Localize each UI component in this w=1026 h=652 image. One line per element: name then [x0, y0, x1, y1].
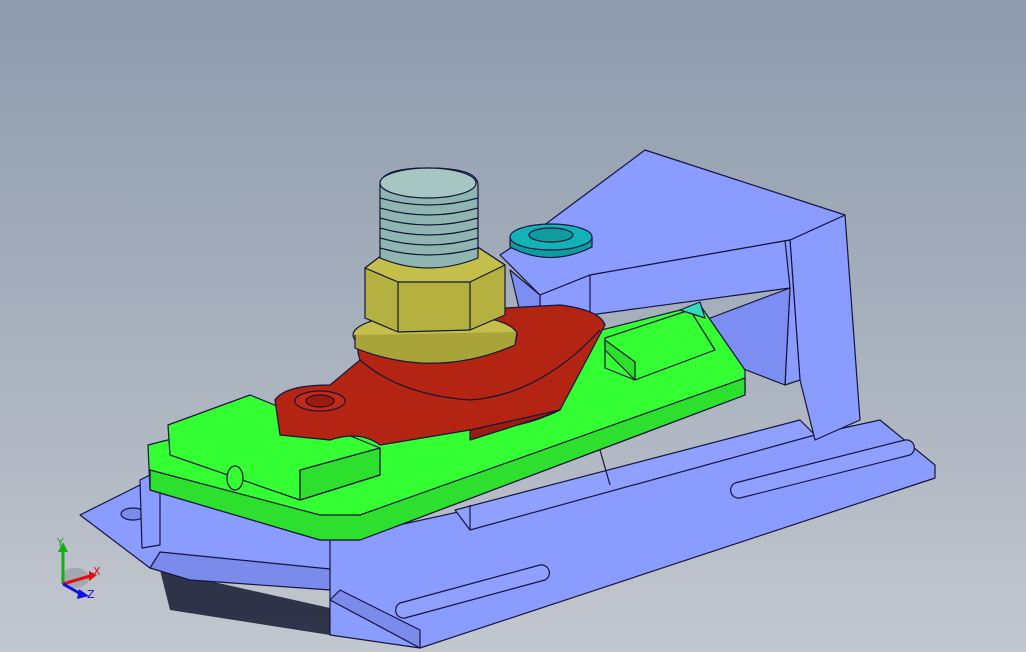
graphics-viewport[interactable]: Y X Z [0, 0, 1026, 652]
triad-z-label: Z [87, 588, 95, 601]
orientation-triad: Y X Z [56, 536, 101, 601]
triad-x-label: X [93, 565, 101, 578]
washer[interactable] [509, 223, 593, 259]
triad-y-label: Y [56, 536, 64, 549]
threaded-stud[interactable] [379, 167, 479, 269]
